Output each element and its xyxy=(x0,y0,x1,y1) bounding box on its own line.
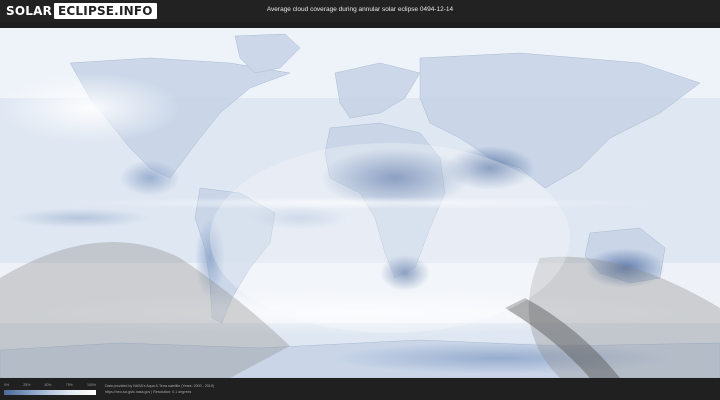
mexico-clear-area xyxy=(120,160,180,196)
page-title: Average cloud coverage during annular so… xyxy=(266,6,454,13)
header-bar: SOLAR ECLIPSE.INFO Average cloud coverag… xyxy=(0,0,720,22)
data-source-link[interactable]: https://neo.sci.gsfc.nasa.gov | Resoluti… xyxy=(105,390,191,394)
legend-tick: 75% xyxy=(65,383,73,387)
legend-tick: 25% xyxy=(23,383,31,387)
legend-tick: 0% xyxy=(4,383,10,387)
north-pacific-clouds xyxy=(0,73,180,143)
legend-tick: 50% xyxy=(44,383,52,387)
data-credit: Data provided by NASA's Aqua & Terra sat… xyxy=(105,384,214,388)
pacific-clear-band xyxy=(10,208,150,228)
cloud-coverage-map xyxy=(0,28,720,378)
legend-ticks: 0% 25% 50% 75% 100% xyxy=(4,383,96,389)
legend-tick: 100% xyxy=(87,383,96,387)
footer-bar xyxy=(0,378,720,400)
cloud-coverage-legend xyxy=(4,390,96,395)
eclipse-daylight-region xyxy=(210,143,570,333)
